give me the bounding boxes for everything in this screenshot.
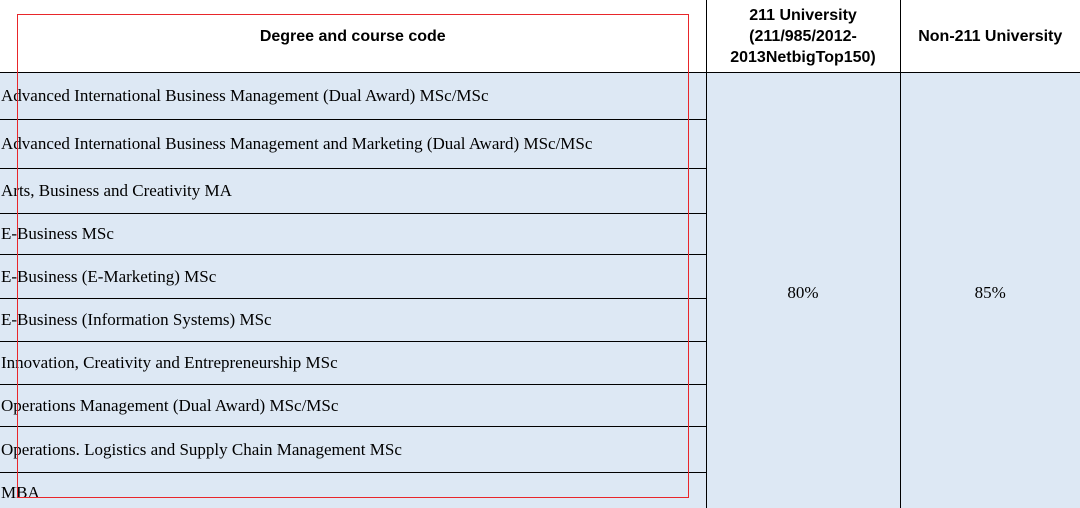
header-211-line-2: (211/985/2012- [749,27,857,45]
course-cell: E-Business (Information Systems) MSc [0,298,707,342]
header-211-university: 211 University (211/985/2012- 2013Netbig… [705,0,901,73]
course-cell: Arts, Business and Creativity MA [0,168,707,214]
course-cell: Innovation, Creativity and Entrepreneurs… [0,341,707,385]
rate-non-211-cell: 85% [899,72,1080,508]
course-cell: Advanced International Business Manageme… [0,119,707,169]
header-211-line-1: 211 University [749,6,857,24]
course-cell: Advanced International Business Manageme… [0,72,707,120]
course-cell: MBA [0,472,707,508]
course-cell: Operations Management (Dual Award) MSc/M… [0,384,707,427]
header-row: Degree and course code 211 University (2… [0,0,1080,73]
header-211-line-3: 2013NetbigTop150) [730,48,876,66]
header-non-211-university: Non-211 University [899,0,1080,73]
requirements-table: Degree and course code 211 University (2… [0,0,1080,508]
course-cell: E-Business MSc [0,213,707,255]
table-row: Advanced International Business Manageme… [0,72,1080,508]
table-screenshot: Degree and course code 211 University (2… [0,0,1080,508]
header-degree: Degree and course code [0,0,707,73]
course-cell: Operations. Logistics and Supply Chain M… [0,426,707,473]
rate-211-cell: 80% [705,72,901,508]
course-cell: E-Business (E-Marketing) MSc [0,254,707,299]
